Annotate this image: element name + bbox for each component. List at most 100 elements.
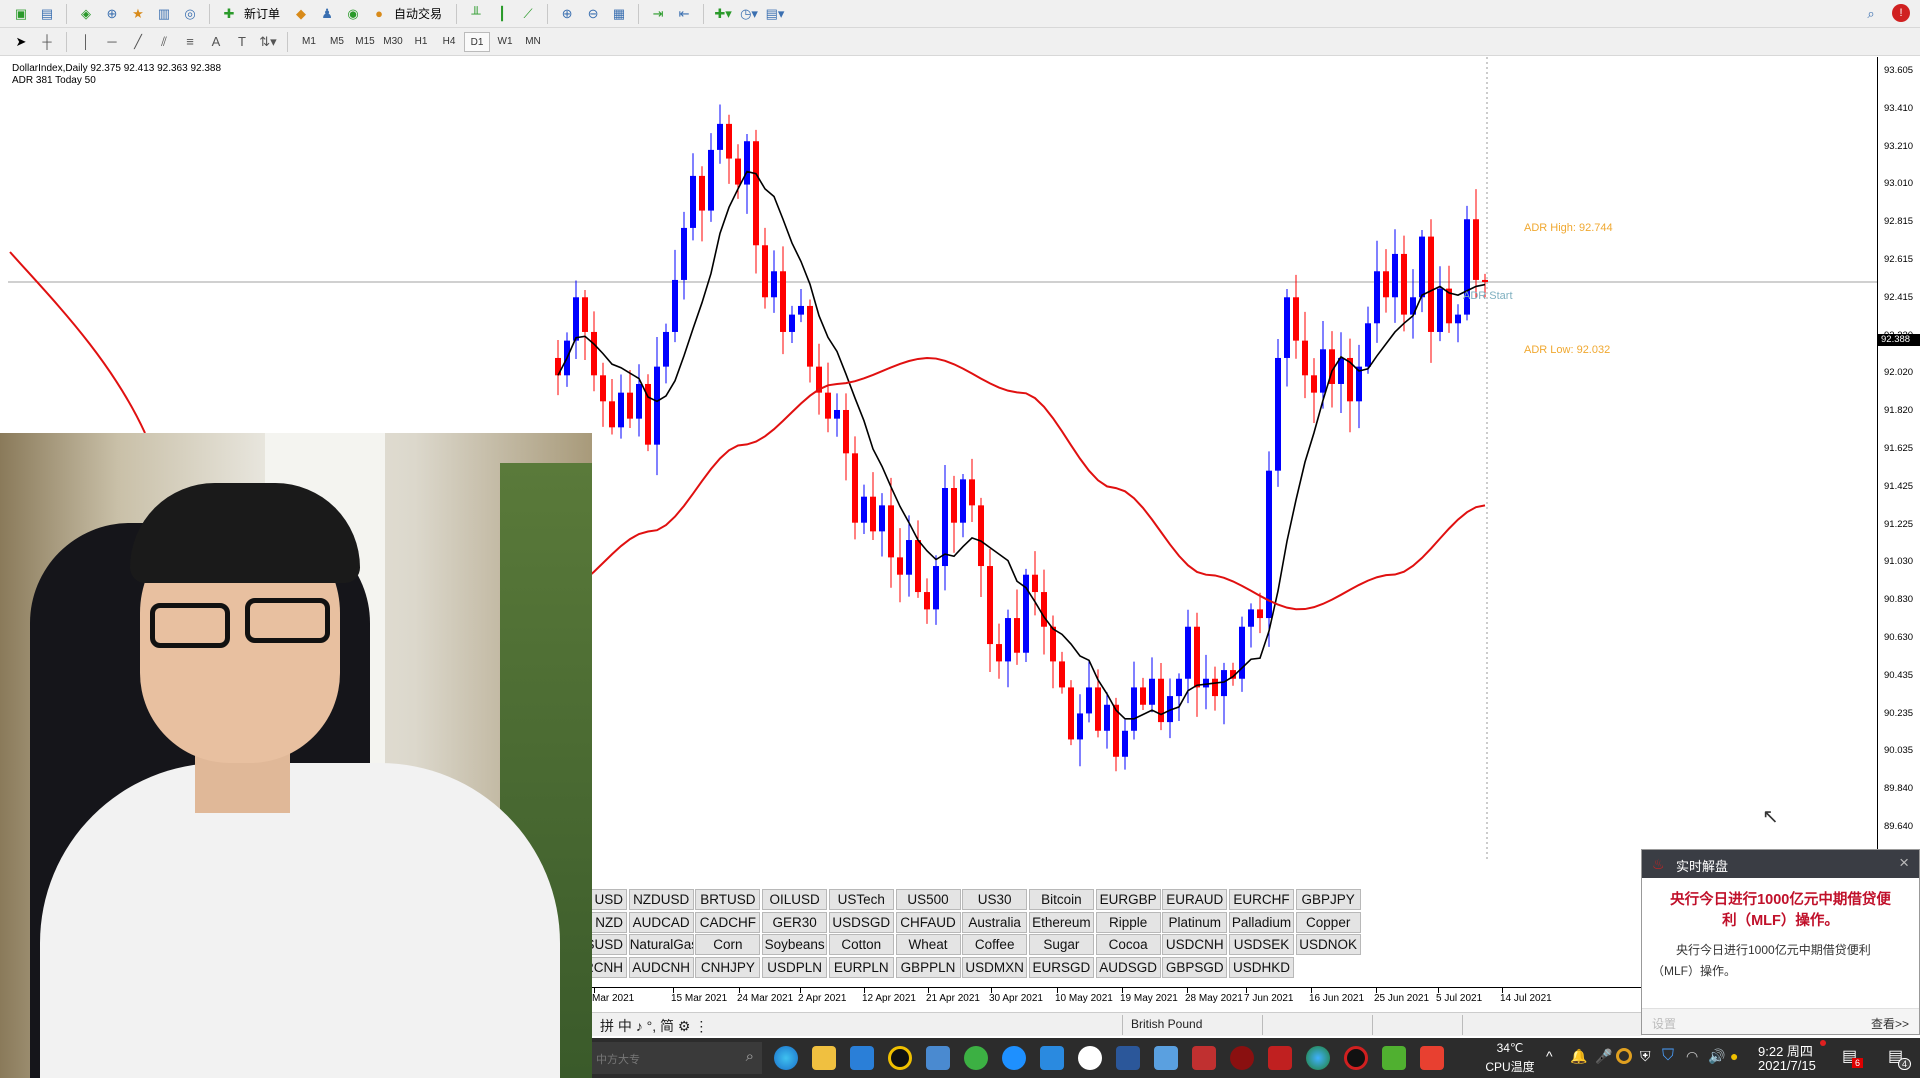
symbol-button[interactable]: Wheat (895, 934, 961, 956)
symbol-button[interactable]: CNHJPY (695, 956, 761, 978)
data-window-icon[interactable]: ⊕ (101, 4, 123, 24)
timeframe-mn[interactable]: MN (520, 32, 546, 52)
symbol-button[interactable]: Corn (695, 934, 761, 956)
app-icon[interactable] (1268, 1046, 1292, 1070)
symbol-button[interactable]: Ripple (1095, 911, 1161, 933)
symbol-button[interactable]: Sugar (1028, 934, 1094, 956)
tile-windows-icon[interactable]: ▦ (608, 4, 630, 24)
symbol-button[interactable]: USDHKD (1229, 956, 1294, 978)
chevron-up-icon[interactable]: ^ (1546, 1048, 1553, 1064)
bell-icon[interactable]: 🔔 (1570, 1048, 1587, 1065)
cursor-icon[interactable]: ➤ (10, 32, 32, 52)
symbol-button[interactable]: EURGBP (1095, 889, 1161, 910)
new-order-icon[interactable]: ✚ (218, 4, 240, 24)
profiles-icon[interactable]: ▤ (36, 4, 58, 24)
symbol-button[interactable]: EURCHF (1229, 889, 1294, 910)
symbol-button[interactable]: RCNH (592, 956, 627, 978)
symbol-button[interactable]: AUDSGD (1095, 956, 1161, 978)
line-chart-icon[interactable]: ⟋ (517, 4, 539, 24)
symbol-button[interactable]: CHFAUD (895, 911, 961, 933)
symbol-button[interactable]: EURSGD (1028, 956, 1094, 978)
auto-trading-icon[interactable]: ● (368, 4, 390, 24)
timeframe-h1[interactable]: H1 (408, 32, 434, 52)
settings-link[interactable]: 设置 (1652, 1015, 1676, 1032)
zoom-in-icon[interactable]: ⊕ (556, 4, 578, 24)
symbol-button[interactable]: NZD (592, 911, 627, 933)
timeframe-w1[interactable]: W1 (492, 32, 518, 52)
close-icon[interactable]: × (1899, 853, 1909, 873)
camtasia-recorder-icon[interactable] (1420, 1046, 1444, 1070)
timeframe-m5[interactable]: M5 (324, 32, 350, 52)
symbol-button[interactable]: Platinum (1162, 911, 1228, 933)
symbol-button[interactable]: SUSD (592, 934, 627, 956)
signals-icon[interactable]: ♟ (316, 4, 338, 24)
symbol-button[interactable]: NaturalGas (628, 934, 694, 956)
search-icon[interactable]: ⌕ (1860, 4, 1882, 24)
crosshair-icon[interactable]: ┼ (36, 32, 58, 52)
word-icon[interactable] (1116, 1046, 1140, 1070)
microphone-icon[interactable]: 🎤 (1595, 1048, 1612, 1065)
symbol-button[interactable]: OILUSD (762, 889, 828, 910)
wifi-icon[interactable]: ◠ (1686, 1048, 1698, 1065)
navigator-icon[interactable]: ★ (127, 4, 149, 24)
market-watch-icon[interactable]: ◈ (75, 4, 97, 24)
app-tray-icon[interactable] (1616, 1048, 1632, 1064)
ime-toolbar[interactable]: 拼 中 ♪ °, 简 ⚙ ⋮ (600, 1016, 708, 1036)
text-label-icon[interactable]: T (231, 32, 253, 52)
symbol-button[interactable]: Palladium (1229, 911, 1294, 933)
symbol-button[interactable]: Ethereum (1028, 911, 1094, 933)
qq-tray-icon[interactable]: ● (1730, 1048, 1738, 1064)
trendline-icon[interactable]: ╱ (127, 32, 149, 52)
view-more-link[interactable]: 查看>> (1871, 1015, 1909, 1032)
auto-scroll-icon[interactable]: ⇥ (647, 4, 669, 24)
timeframe-h4[interactable]: H4 (436, 32, 462, 52)
symbol-button[interactable]: EURAUD (1162, 889, 1228, 910)
qq-icon[interactable] (1344, 1046, 1368, 1070)
candlestick-icon[interactable]: ┃ (491, 4, 513, 24)
symbol-button[interactable]: EURPLN (828, 956, 894, 978)
symbol-button[interactable]: Cotton (828, 934, 894, 956)
symbol-button[interactable]: USDNOK (1295, 934, 1361, 956)
symbol-button[interactable]: GBPSGD (1162, 956, 1228, 978)
tester-icon[interactable]: ◎ (179, 4, 201, 24)
channel-icon[interactable]: ⫽ (153, 32, 175, 52)
metaeditor-icon[interactable]: ◆ (290, 4, 312, 24)
edge-icon[interactable] (774, 1046, 798, 1070)
timeframe-m15[interactable]: M15 (352, 32, 378, 52)
terminal-icon[interactable]: ▥ (153, 4, 175, 24)
browser-icon[interactable] (1306, 1046, 1330, 1070)
camtasia-icon[interactable] (1382, 1046, 1406, 1070)
symbol-button[interactable]: USDSGD (828, 911, 894, 933)
wechat-icon[interactable] (1078, 1046, 1102, 1070)
symbol-button[interactable]: GER30 (762, 911, 828, 933)
symbol-button[interactable]: US30 (962, 889, 1028, 910)
symbol-button[interactable]: US500 (895, 889, 961, 910)
new-chart-icon[interactable]: ▣ (10, 4, 32, 24)
symbol-button[interactable]: USDMXN (962, 956, 1028, 978)
taskbar-search[interactable]: 中方大专 ⌕ (592, 1042, 762, 1074)
app-icon[interactable] (1230, 1046, 1254, 1070)
fibonacci-icon[interactable]: ≡ (179, 32, 201, 52)
indicators-icon[interactable]: ✚▾ (712, 4, 734, 24)
new-order-button[interactable]: 新订单 (244, 5, 280, 22)
periods-icon[interactable]: ◷▾ (738, 4, 760, 24)
arrows-icon[interactable]: ⇅▾ (257, 32, 279, 52)
symbol-button[interactable]: USTech (828, 889, 894, 910)
chart-shift-icon[interactable]: ⇤ (673, 4, 695, 24)
file-explorer-icon[interactable] (812, 1046, 836, 1070)
app-icon[interactable] (1040, 1046, 1064, 1070)
app-icon[interactable] (964, 1046, 988, 1070)
symbol-button[interactable]: USDSEK (1229, 934, 1294, 956)
symbol-button[interactable]: GBPPLN (895, 956, 961, 978)
timeframe-m1[interactable]: M1 (296, 32, 322, 52)
volume-icon[interactable]: 🔊 (1708, 1048, 1725, 1065)
timeframe-d1[interactable]: D1 (464, 31, 490, 52)
mail-icon[interactable] (850, 1046, 874, 1070)
symbol-button[interactable]: AUDCNH (628, 956, 694, 978)
clock-date[interactable]: 2021/7/15 (1758, 1058, 1816, 1073)
text-icon[interactable]: A (205, 32, 227, 52)
symbol-button[interactable]: Cocoa (1095, 934, 1161, 956)
bar-chart-icon[interactable]: ╨ (465, 4, 487, 24)
symbol-button[interactable]: BRTUSD (695, 889, 761, 910)
symbol-button[interactable]: Bitcoin (1028, 889, 1094, 910)
